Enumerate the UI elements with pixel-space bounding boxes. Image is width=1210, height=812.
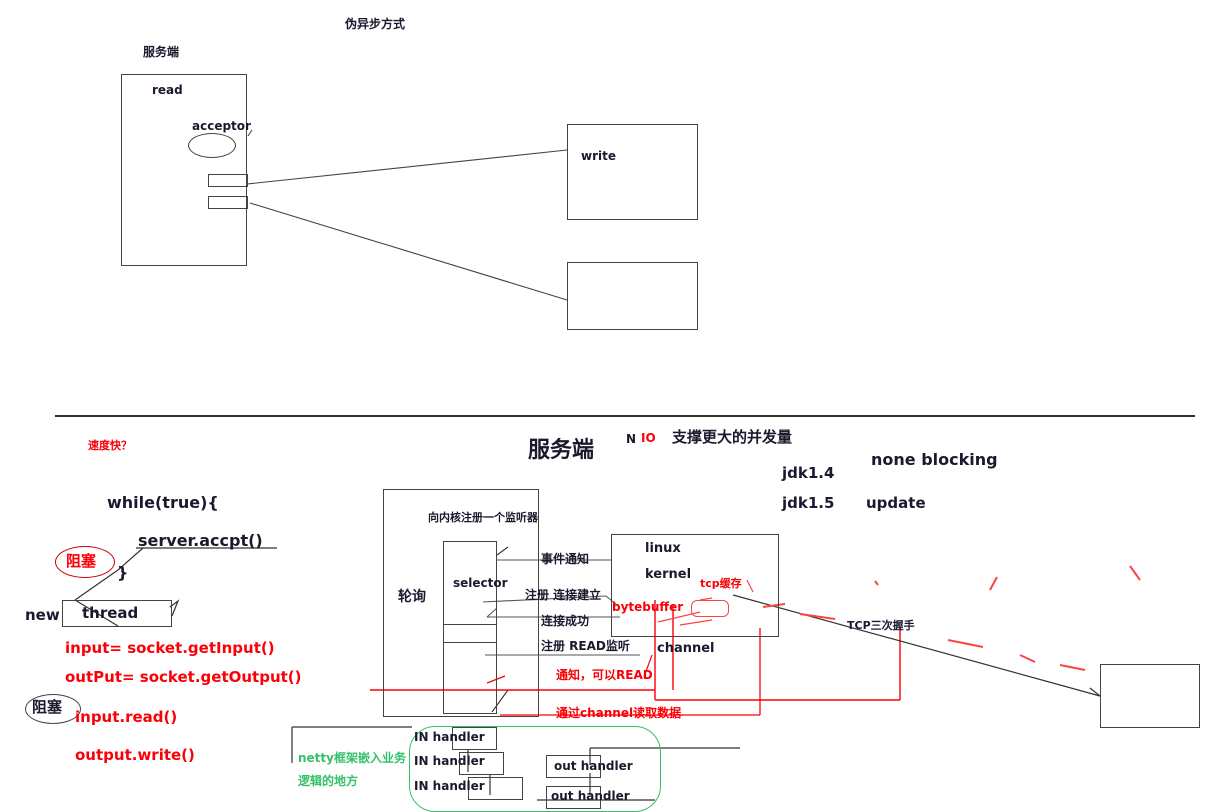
top-server-box [121, 74, 247, 266]
nio-description: 支撑更大的并发量 [672, 428, 793, 446]
acceptor-label: acceptor [192, 119, 251, 133]
top-title: 伪异步方式 [345, 17, 406, 31]
connect-success-label: 连接成功 [541, 614, 590, 628]
line-slot2-to-box2 [249, 202, 568, 301]
acceptor-ellipse [188, 133, 236, 158]
netty-note-line-1: netty框架嵌入业务 [298, 751, 406, 765]
tcp-handshake-label: TCP三次握手 [847, 619, 915, 632]
diagram-canvas: 伪异步方式 服务端 read acceptor write 速度快？ 服务端 N… [0, 0, 1210, 812]
arrow-tcp-handshake [1089, 687, 1101, 697]
read-label: read [152, 83, 183, 97]
jdk15-update-label: update [866, 494, 926, 512]
kernel-box [611, 534, 779, 637]
read-via-channel-label: 通过channel读取数据 [556, 706, 682, 720]
top-slot-2 [208, 196, 248, 209]
thread-label: thread [82, 604, 139, 622]
new-keyword: new [25, 606, 60, 624]
code-red-line-2: outPut= socket.getOutput() [65, 668, 302, 686]
blocking-label-2: 阻塞 [32, 698, 63, 716]
jdk15-label: jdk1.5 [782, 494, 835, 512]
code-red-line-1: input= socket.getInput() [65, 639, 275, 657]
in-handler-label-3: IN handler [414, 779, 485, 793]
red-dash-group [762, 565, 1141, 671]
out-handler-label-2: out handler [551, 789, 630, 803]
while-true-line: while(true){ [107, 493, 219, 512]
code-red-line-4: output.write() [75, 746, 195, 764]
close-brace: } [117, 563, 129, 582]
in-handler-label-1: IN handler [414, 730, 485, 744]
notify-can-read-label: 通知，可以READ [556, 668, 653, 682]
nio-io-label: IO [641, 431, 656, 445]
out-handler-label-1: out handler [554, 759, 633, 773]
nio-n-label: N [626, 432, 637, 446]
blocking-label-1: 阻塞 [66, 552, 97, 570]
register-read-label: 注册 READ监听 [541, 639, 630, 653]
selector-box-bottom [443, 624, 497, 714]
code-red-line-3: input.read() [75, 708, 178, 726]
line-tcp-handshake [732, 594, 1101, 697]
speed-question: 速度快？ [88, 439, 132, 452]
register-connect-label: 注册 连接建立 [525, 588, 602, 602]
channel-label: channel [657, 641, 715, 656]
kernel-line-2: kernel [645, 567, 692, 582]
register-listener-label: 向内核注册一个监听器 [428, 511, 538, 524]
none-blocking-label: none blocking [871, 450, 998, 469]
netty-note-line-2: 逻辑的地方 [298, 774, 359, 788]
in-handler-label-2: IN handler [414, 754, 485, 768]
event-notify-label: 事件通知 [541, 552, 590, 566]
write-label: write [581, 149, 616, 163]
tcp-cache-label: tcp缓存 [700, 577, 742, 590]
section-divider [55, 415, 1195, 417]
client-box [1100, 664, 1200, 728]
tcp-cache-box [691, 600, 729, 617]
server-accept-line: server.accpt() [138, 531, 263, 550]
top-worker-box-2 [567, 262, 698, 330]
selector-label: selector [453, 576, 508, 590]
bottom-server-title: 服务端 [528, 438, 595, 463]
bytebuffer-label: bytebuffer [612, 600, 684, 614]
jdk14-label: jdk1.4 [782, 464, 835, 482]
line-slot1-to-write [246, 149, 568, 185]
top-worker-box-1 [567, 124, 698, 220]
top-server-label: 服务端 [143, 45, 180, 59]
top-slot-1 [208, 174, 248, 187]
kernel-line-1: linux [645, 541, 681, 556]
poll-label: 轮询 [398, 589, 426, 605]
